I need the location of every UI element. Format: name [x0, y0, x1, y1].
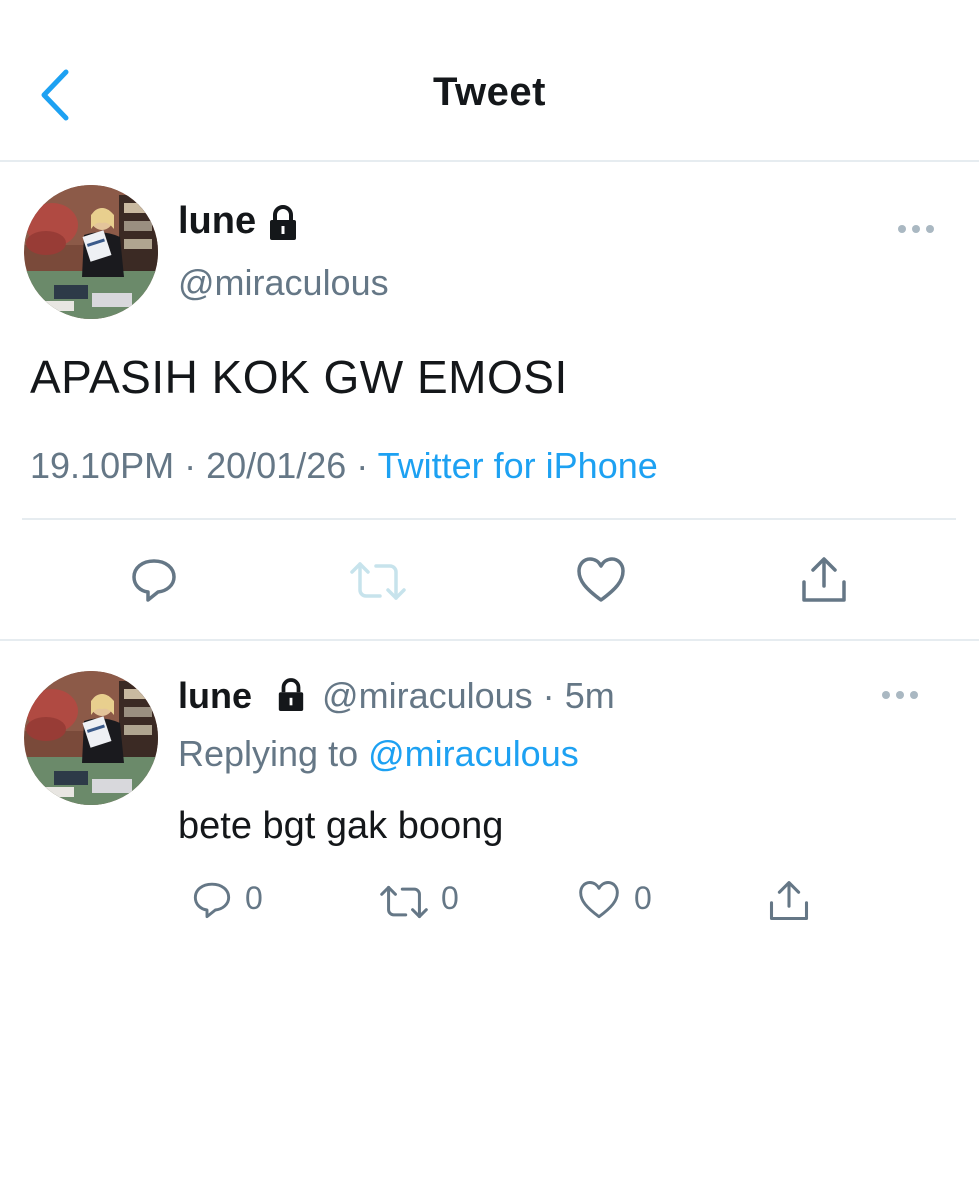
retweet-icon	[350, 562, 406, 600]
avatar[interactable]	[24, 671, 158, 805]
avatar-image	[24, 185, 158, 319]
like-button[interactable]	[576, 556, 626, 604]
tweet-date: 20/01/26	[206, 445, 347, 486]
tweet-text: APASIH KOK GW EMOSI	[30, 351, 568, 403]
share-icon	[802, 557, 846, 602]
retweet-count: 0	[441, 880, 459, 916]
avatar[interactable]	[24, 185, 158, 319]
lock-icon	[270, 205, 296, 240]
user-handle[interactable]: @miraculous	[322, 675, 533, 716]
tweet-age: 5m	[564, 675, 615, 716]
heart-icon	[577, 557, 625, 602]
share-button[interactable]	[768, 880, 810, 922]
meta-separator: ·	[356, 445, 369, 486]
retweet-button[interactable]	[350, 560, 406, 602]
retweet-icon	[380, 885, 428, 919]
reply-button[interactable]	[192, 880, 232, 920]
top-nav-bar: Tweet	[0, 0, 979, 162]
replying-to-mention[interactable]: @miraculous	[368, 733, 579, 774]
section-divider	[0, 639, 979, 641]
reply-count: 0	[245, 880, 263, 916]
replying-to-label: Replying to	[178, 733, 359, 774]
meta-separator: ·	[542, 675, 555, 716]
more-options-icon[interactable]	[898, 222, 938, 236]
like-count: 0	[634, 880, 652, 916]
divider	[22, 518, 956, 520]
tweet-time: 19.10PM	[30, 445, 175, 486]
more-options-icon[interactable]	[882, 688, 922, 702]
retweet-button[interactable]	[380, 884, 428, 920]
reply-text: bete bgt gak boong	[178, 805, 504, 847]
reply-header: lune @miraculous · 5m	[178, 675, 615, 717]
reply-icon	[132, 559, 176, 602]
share-button[interactable]	[800, 556, 848, 604]
meta-separator: ·	[184, 445, 197, 486]
replying-to: Replying to @miraculous	[178, 733, 579, 775]
page-title: Tweet	[433, 70, 546, 114]
reply-icon	[193, 882, 231, 919]
like-button[interactable]	[578, 880, 620, 920]
avatar-image	[24, 671, 158, 805]
tweet-meta: 19.10PM · 20/01/26 · Twitter for iPhone	[30, 445, 658, 487]
share-icon	[769, 881, 809, 921]
display-name[interactable]: lune	[178, 675, 252, 716]
user-handle[interactable]: @miraculous	[178, 262, 389, 304]
lock-icon	[278, 678, 304, 711]
tweet-source-link[interactable]: Twitter for iPhone	[378, 445, 658, 486]
heart-icon	[579, 881, 619, 919]
reply-button[interactable]	[130, 556, 178, 604]
display-name[interactable]: lune	[178, 200, 256, 243]
